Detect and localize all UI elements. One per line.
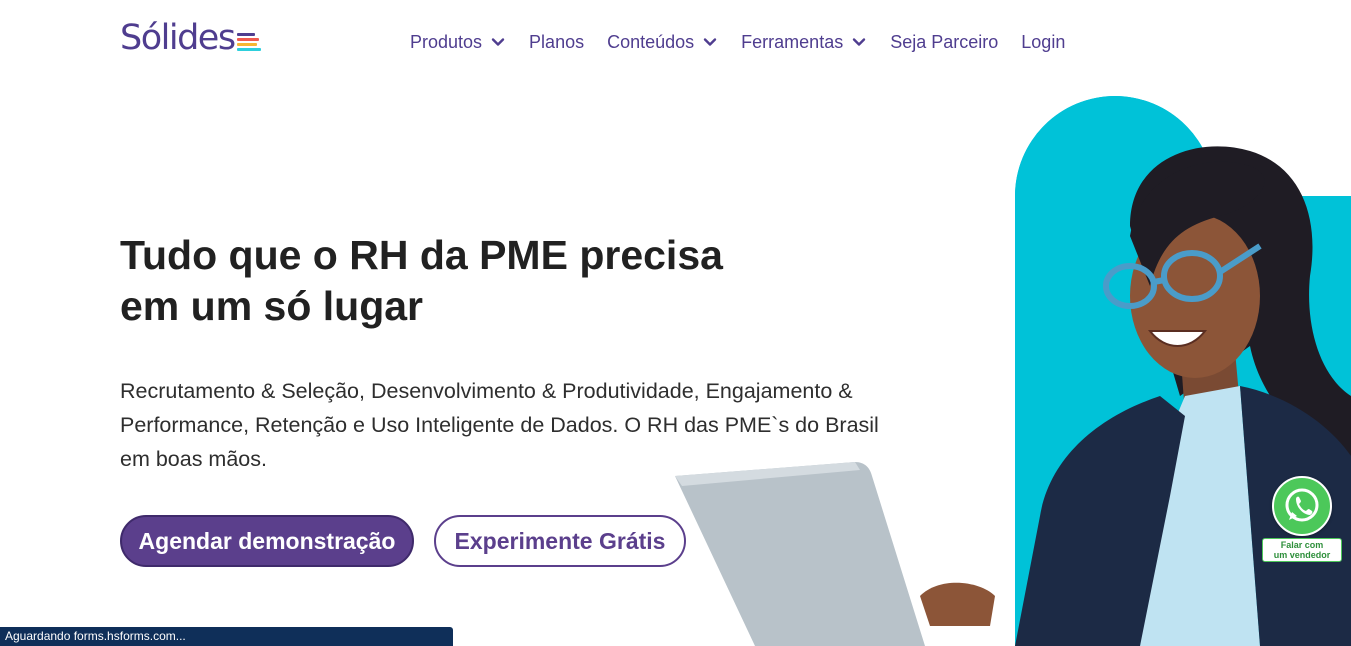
nav-login[interactable]: Login (1021, 32, 1065, 53)
whatsapp-widget[interactable]: Falar com um vendedor (1262, 476, 1342, 562)
nav-login-label: Login (1021, 31, 1066, 52)
whatsapp-label-line2: um vendedor (1273, 550, 1331, 560)
laptop-shape (675, 462, 925, 646)
logo-text: Sólides (120, 18, 236, 58)
browser-status-bar: Aguardando forms.hsforms.com... (0, 627, 453, 646)
logo-bars-icon (236, 33, 261, 51)
nav-produtos-label: Produtos (410, 31, 483, 52)
schedule-demo-button[interactable]: Agendar demonstração (120, 515, 414, 567)
hero-headline-line1: Tudo que o RH da PME precisa (120, 232, 723, 278)
nav-ferramentas-label: Ferramentas (741, 31, 844, 52)
nav-seja-parceiro-label: Seja Parceiro (890, 31, 999, 52)
whatsapp-label: Falar com um vendedor (1262, 538, 1342, 562)
nav-conteudos-label: Conteúdos (607, 31, 695, 52)
nav-seja-parceiro[interactable]: Seja Parceiro (890, 32, 998, 53)
chevron-down-icon (853, 38, 866, 46)
hero-headline-line2: em um só lugar (120, 283, 424, 329)
chevron-down-icon (703, 38, 717, 46)
nav-planos-label: Planos (529, 31, 585, 52)
whatsapp-glyph-icon (1285, 488, 1319, 522)
hero-subtitle: Recrutamento & Seleção, Desenvolvimento … (120, 379, 879, 471)
free-trial-button[interactable]: Experimente Grátis (434, 515, 686, 567)
solides-logo[interactable]: Sólides (120, 18, 261, 58)
nav-produtos[interactable]: Produtos (410, 32, 506, 53)
hero-image (675, 96, 1351, 646)
nav-planos[interactable]: Planos (529, 32, 584, 53)
chevron-down-icon (491, 38, 505, 46)
nav-conteudos[interactable]: Conteúdos (607, 32, 718, 53)
site-header: Sólides Produtos Planos Conteúdos Ferram… (0, 0, 1351, 84)
hero-headline: Tudo que o RH da PME precisa em um só lu… (120, 230, 760, 332)
whatsapp-label-line1: Falar com (1280, 540, 1324, 550)
whatsapp-icon (1272, 476, 1332, 536)
nav-ferramentas[interactable]: Ferramentas (741, 32, 867, 53)
main-nav: Produtos Planos Conteúdos Ferramentas Se… (410, 30, 1065, 54)
